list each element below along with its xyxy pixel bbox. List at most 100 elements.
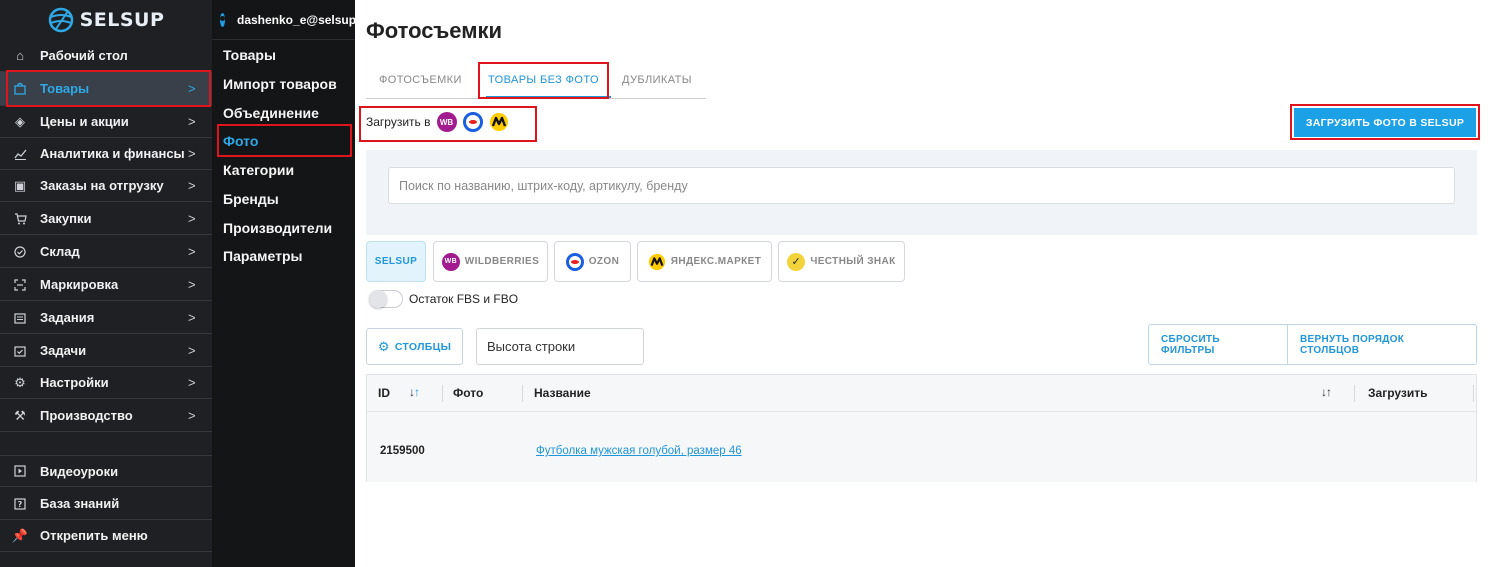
sidebar-item-prices[interactable]: ◈ Цены и акции > — [0, 106, 212, 138]
sidebar-item-label: Задания — [40, 310, 95, 325]
sidebar-item-label: Товары — [40, 81, 90, 96]
tab-products-without-photo[interactable]: ТОВАРЫ БЕЗ ФОТО — [488, 74, 599, 86]
gear-icon: ⚙ — [14, 374, 26, 390]
tab-photoshoots[interactable]: ФОТОСЪЕМКИ — [379, 74, 462, 86]
submenu-item-categories[interactable]: Категории — [223, 162, 294, 178]
col-upload[interactable]: Загрузить — [1368, 386, 1427, 400]
fbs-fbo-toggle[interactable] — [369, 290, 403, 308]
upload-to-marketplaces: Загрузить в WB — [366, 112, 509, 132]
restore-columns-button[interactable]: ВЕРНУТЬ ПОРЯДОК СТОЛБЦОВ — [1287, 325, 1476, 364]
filter-wildberries-label: WILDBERRIES — [464, 256, 540, 267]
submenu-item-merge[interactable]: Объединение — [223, 105, 319, 121]
sidebar-item-tasks[interactable]: Задачи > — [0, 335, 212, 367]
submenu-item-manufacturers[interactable]: Производители — [223, 220, 332, 236]
products-table: ID ↓↑ Фото Название ↓↑ Загрузить 2159500… — [366, 374, 1477, 482]
sidebar-item-knowledge[interactable]: ? База знаний — [0, 488, 212, 520]
chevron-right-icon: > — [188, 114, 196, 129]
column-divider[interactable] — [442, 385, 443, 402]
sidebar-item-products[interactable]: Товары > — [0, 72, 212, 106]
wb-upload-icon[interactable]: WB — [436, 112, 457, 132]
chevron-right-icon: > — [188, 310, 196, 325]
column-divider[interactable] — [1354, 385, 1355, 402]
sidebar-item-label: Склад — [40, 244, 80, 259]
chevron-right-icon: > — [188, 375, 196, 390]
user-email: dashenko_e@selsup — [237, 12, 355, 27]
columns-button[interactable]: ⚙ СТОЛБЦЫ — [366, 328, 463, 365]
submenu-item-products[interactable]: Товары — [223, 47, 276, 63]
products-submenu: dashenko_e@selsup Товары Импорт товаров … — [212, 0, 355, 567]
chevron-right-icon: > — [188, 81, 196, 96]
sidebar-item-label: Цены и акции — [40, 114, 129, 129]
sidebar-item-purchases[interactable]: Закупки > — [0, 203, 212, 235]
user-account[interactable]: dashenko_e@selsup — [212, 0, 355, 40]
product-name-link[interactable]: Футболка мужская голубой, размер 46 — [536, 445, 742, 457]
yandex-market-upload-icon[interactable] — [489, 112, 509, 132]
tabs: ФОТОСЪЕМКИ ТОВАРЫ БЕЗ ФОТО ДУБЛИКАТЫ — [366, 64, 706, 99]
page-title: Фотосъемки — [366, 18, 503, 43]
row-height-select[interactable]: Высота строки — [476, 328, 644, 365]
upload-photo-selsup-button[interactable]: ЗАГРУЗИТЬ ФОТО В SELSUP — [1294, 108, 1476, 137]
reset-filters-button[interactable]: СБРОСИТЬ ФИЛЬТРЫ — [1149, 325, 1287, 364]
sidebar-item-label: Рабочий стол — [40, 48, 128, 63]
main-content: Фотосъемки ФОТОСЪЕМКИ ТОВАРЫ БЕЗ ФОТО ДУ… — [355, 0, 1491, 567]
play-icon — [0, 465, 40, 477]
sort-id-icon[interactable]: ↓↑ — [409, 385, 420, 399]
selsup-logo[interactable]: SELSUP — [0, 0, 212, 40]
yandex-market-icon — [648, 253, 665, 270]
filter-yandex-market-label: ЯНДЕКС.МАРКЕТ — [670, 256, 762, 267]
sidebar-item-settings[interactable]: ⚙ Настройки > — [0, 367, 212, 399]
sidebar-item-unpin[interactable]: 📌 Открепить меню — [0, 520, 212, 552]
column-divider[interactable] — [522, 385, 523, 402]
filter-selsup-label: SELSUP — [374, 256, 418, 267]
sidebar-item-assignments[interactable]: Задания > — [0, 302, 212, 334]
sort-name-icon[interactable]: ↓↑ — [1321, 385, 1332, 399]
column-divider[interactable] — [1473, 385, 1474, 402]
chevron-right-icon: > — [188, 146, 196, 161]
tab-duplicates[interactable]: ДУБЛИКАТЫ — [622, 74, 692, 86]
filter-yandex-market[interactable]: ЯНДЕКС.МАРКЕТ — [637, 241, 772, 282]
sidebar-item-video[interactable]: Видеоуроки — [0, 455, 212, 487]
col-id[interactable]: ID — [378, 386, 390, 400]
gear-icon: ⚙ — [377, 338, 390, 354]
cell-id: 2159500 — [380, 445, 425, 457]
filter-wildberries[interactable]: WB WILDBERRIES — [433, 241, 548, 282]
sidebar-item-desktop[interactable]: ⌂ Рабочий стол — [0, 40, 212, 72]
fbs-fbo-toggle-row: Остаток FBS и FBO — [369, 290, 518, 308]
row-height-label: Высота строки — [487, 339, 576, 354]
submenu-item-brands[interactable]: Бренды — [223, 191, 279, 207]
bag-icon — [0, 82, 40, 95]
scan-icon — [0, 278, 40, 291]
submenu-item-photo[interactable]: Фото — [223, 133, 258, 149]
sidebar-item-marking[interactable]: Маркировка > — [0, 269, 212, 301]
col-name[interactable]: Название — [534, 386, 591, 400]
task-icon — [0, 345, 40, 357]
col-photo[interactable]: Фото — [453, 386, 483, 400]
filter-chestny-znak-label: ЧЕСТНЫЙ ЗНАК — [810, 256, 896, 267]
sidebar-item-production[interactable]: ⚒ Производство > — [0, 400, 212, 432]
search-input[interactable] — [388, 167, 1455, 204]
ozon-upload-icon[interactable] — [462, 112, 483, 132]
chevron-right-icon: > — [188, 408, 196, 423]
search-panel — [366, 150, 1477, 235]
chestny-znak-icon: ✓ — [787, 252, 806, 271]
sidebar-item-orders[interactable]: ▣ Заказы на отгрузку > — [0, 170, 212, 202]
filter-chestny-znak[interactable]: ✓ ЧЕСТНЫЙ ЗНАК — [778, 241, 905, 282]
filter-ozon[interactable]: OZON — [554, 241, 631, 282]
home-icon: ⌂ — [16, 48, 24, 63]
table-row[interactable]: 2159500 Футболка мужская голубой, размер… — [367, 412, 1476, 482]
table-actions: СБРОСИТЬ ФИЛЬТРЫ ВЕРНУТЬ ПОРЯДОК СТОЛБЦО… — [1148, 324, 1477, 365]
chart-line-icon — [0, 148, 40, 160]
check-circle-icon — [0, 245, 40, 258]
submenu-item-parameters[interactable]: Параметры — [223, 248, 303, 264]
sidebar-item-label: Производство — [40, 408, 133, 423]
sidebar-item-label: Заказы на отгрузку — [40, 178, 164, 193]
filter-selsup[interactable]: SELSUP — [366, 241, 426, 282]
submenu-item-import[interactable]: Импорт товаров — [223, 76, 337, 92]
sidebar-item-label: База знаний — [40, 496, 120, 511]
sidebar-item-analytics[interactable]: Аналитика и финансы > — [0, 138, 212, 170]
sidebar-item-warehouse[interactable]: Склад > — [0, 236, 212, 268]
cart-icon — [0, 212, 40, 225]
question-icon: ? — [0, 497, 40, 510]
table-header: ID ↓↑ Фото Название ↓↑ Загрузить — [367, 375, 1476, 412]
sidebar-item-label: Задачи — [40, 343, 87, 358]
